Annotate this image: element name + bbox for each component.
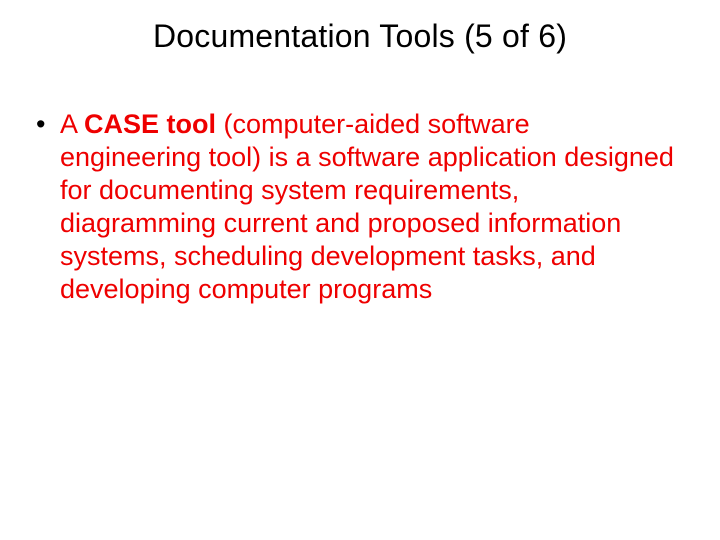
bullet-prefix: A [60, 109, 84, 139]
bullet-term: CASE tool [84, 109, 216, 139]
bullet-list: A CASE tool (computer-aided software eng… [34, 108, 674, 306]
slide-body: A CASE tool (computer-aided software eng… [34, 108, 674, 306]
bullet-item: A CASE tool (computer-aided software eng… [34, 108, 674, 306]
slide-title: Documentation Tools (5 of 6) [0, 18, 720, 55]
slide: Documentation Tools (5 of 6) A CASE tool… [0, 0, 720, 540]
